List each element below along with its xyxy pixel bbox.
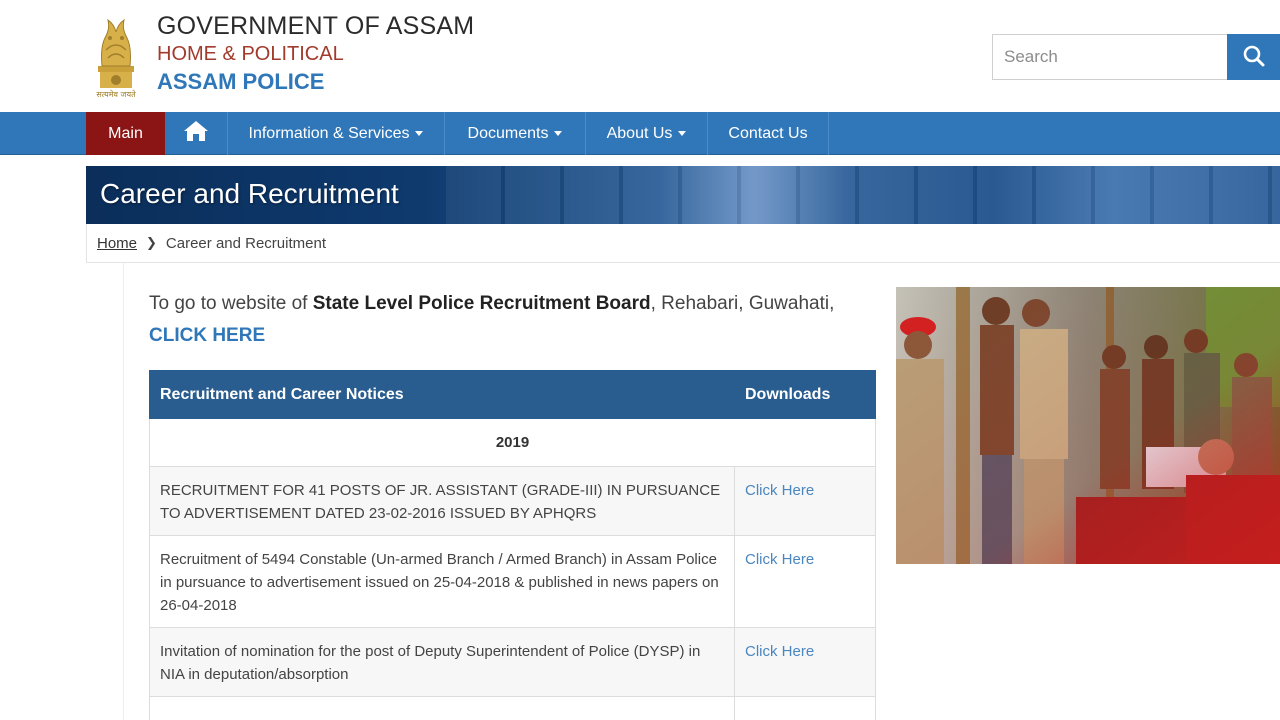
main-navigation: Main Information & Services Documents Ab… — [0, 112, 1280, 155]
intro-prefix: To go to website of — [149, 293, 313, 314]
recruitment-photo — [896, 287, 1280, 564]
government-title: GOVERNMENT OF ASSAM — [157, 12, 475, 40]
organization-title: ASSAM POLICE — [157, 69, 325, 94]
nav-contact-us-label: Contact Us — [728, 124, 808, 142]
breadcrumb: Home ❯ Career and Recruitment — [86, 224, 1280, 263]
left-gutter — [86, 263, 124, 720]
site-header: सत्यमेव जयते GOVERNMENT OF ASSAM HOME & … — [0, 0, 1280, 112]
chevron-right-icon: ❯ — [146, 235, 157, 250]
notices-table: Recruitment and Career Notices Downloads… — [149, 370, 876, 720]
table-header-row: Recruitment and Career Notices Downloads — [149, 370, 876, 419]
download-cell-truncated — [734, 696, 876, 720]
board-location: , Rehabari, Guwahati, — [650, 293, 835, 314]
nav-documents-label: Documents — [467, 124, 549, 142]
breadcrumb-home-link[interactable]: Home — [97, 235, 137, 252]
home-icon — [183, 120, 209, 147]
nav-home[interactable] — [165, 112, 228, 155]
downloads-column-header: Downloads — [734, 370, 876, 419]
nav-about-us-label: About Us — [606, 124, 673, 142]
nav-main-label: Main — [108, 124, 143, 142]
search-icon — [1242, 44, 1266, 71]
notices-column-header: Recruitment and Career Notices — [149, 370, 735, 419]
year-row: 2019 — [149, 418, 876, 467]
banner-decoration — [446, 166, 1280, 224]
notice-text-truncated — [149, 696, 735, 720]
recruitment-board-intro: To go to website of State Level Police R… — [149, 288, 884, 352]
download-link[interactable]: Click Here — [745, 551, 814, 568]
table-row: RECRUITMENT FOR 41 POSTS OF JR. ASSISTAN… — [149, 466, 876, 536]
caret-down-icon — [415, 131, 424, 136]
notice-text: Invitation of nomination for the post of… — [149, 627, 735, 697]
nav-main[interactable]: Main — [86, 112, 165, 155]
search-box — [992, 34, 1280, 80]
site-title-block: GOVERNMENT OF ASSAM HOME & POLITICAL ASS… — [157, 12, 474, 96]
state-emblem-logo: सत्यमेव जयते — [92, 10, 140, 100]
nav-about-us[interactable]: About Us — [586, 112, 708, 155]
nav-information-services-label: Information & Services — [248, 124, 410, 142]
nav-documents[interactable]: Documents — [445, 112, 586, 155]
table-row: Recruitment of 5494 Constable (Un-armed … — [149, 535, 876, 628]
table-row: Invitation of nomination for the post of… — [149, 627, 876, 697]
caret-down-icon — [678, 131, 687, 136]
breadcrumb-current: Career and Recruitment — [165, 234, 326, 252]
download-link[interactable]: Click Here — [745, 643, 814, 660]
page-title: Career and Recruitment — [100, 178, 399, 209]
year-label: 2019 — [149, 418, 876, 467]
caret-down-icon — [554, 131, 563, 136]
department-title: HOME & POLITICAL — [157, 43, 344, 65]
download-link[interactable]: Click Here — [745, 482, 814, 499]
table-row — [149, 696, 876, 720]
search-input[interactable] — [992, 34, 1236, 80]
board-website-link[interactable]: CLICK HERE — [149, 325, 265, 346]
board-name: State Level Police Recruitment Board — [312, 293, 651, 314]
search-button[interactable] — [1227, 34, 1280, 80]
notice-text: Recruitment of 5494 Constable (Un-armed … — [149, 535, 735, 628]
nav-information-services[interactable]: Information & Services — [228, 112, 445, 155]
emblem-motto: सत्यमेव जयते — [96, 90, 136, 99]
nav-contact-us[interactable]: Contact Us — [708, 112, 829, 155]
page-banner: Career and Recruitment — [86, 166, 1280, 224]
notice-text: RECRUITMENT FOR 41 POSTS OF JR. ASSISTAN… — [149, 466, 735, 536]
